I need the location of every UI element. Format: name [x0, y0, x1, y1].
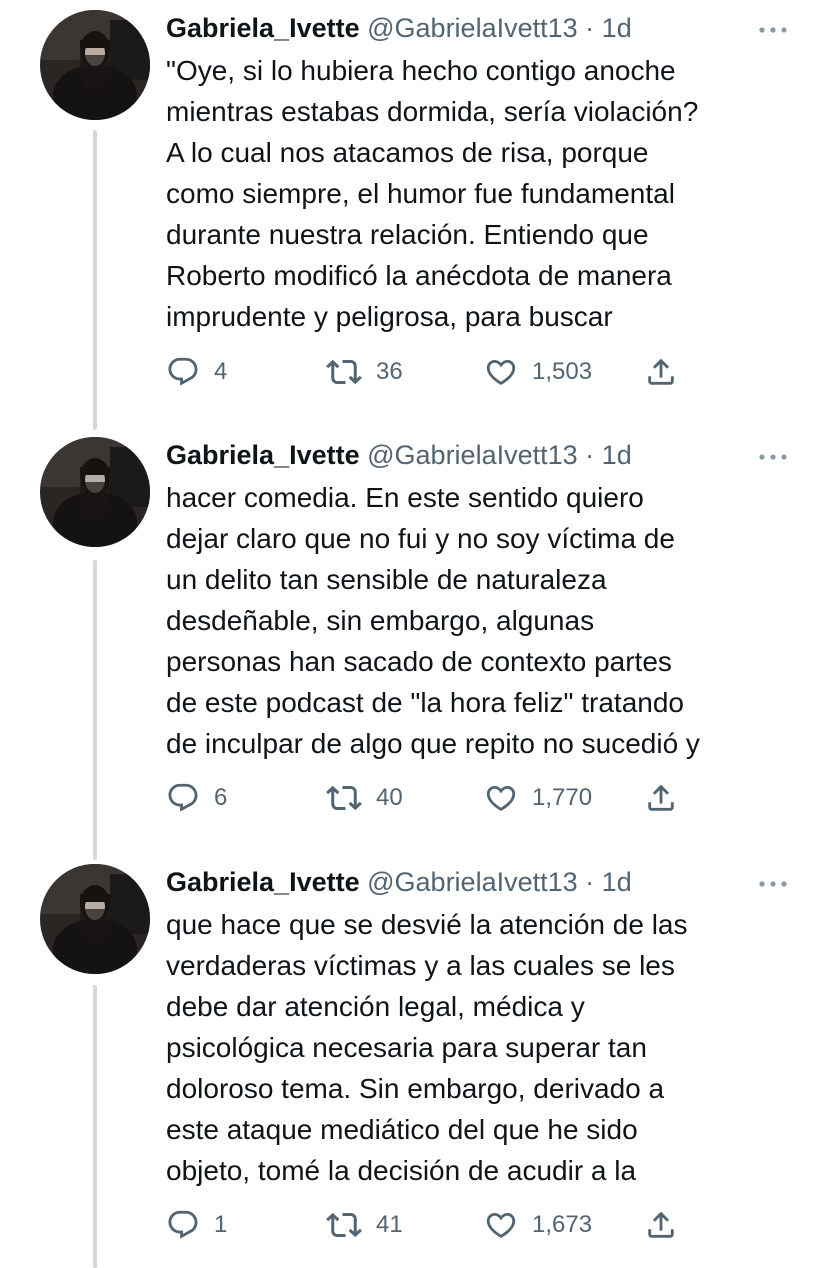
separator: ·: [585, 867, 595, 897]
tweet-actions: 4 36 1,503: [166, 352, 696, 392]
tweet-header: Gabriela_Ivette @GabrielaIvett13 · 1d: [166, 864, 788, 900]
avatar[interactable]: [40, 437, 150, 547]
retweet-button[interactable]: 41: [326, 1205, 403, 1245]
retweet-icon: [326, 1212, 362, 1238]
retweet-button[interactable]: 36: [326, 352, 403, 392]
separator: ·: [585, 13, 595, 43]
retweet-button[interactable]: 40: [326, 778, 403, 818]
tweet-text: hacer comedia. En este sentido quiero de…: [166, 482, 700, 759]
tweet[interactable]: Gabriela_Ivette @GabrielaIvett13 · 1d "O…: [0, 10, 828, 400]
author-handle[interactable]: @GabrielaIvett13: [367, 867, 578, 897]
share-button[interactable]: [644, 1205, 678, 1245]
timestamp[interactable]: 1d: [602, 440, 632, 470]
more-icon[interactable]: [758, 22, 788, 33]
heart-icon: [486, 359, 516, 385]
more-icon[interactable]: [758, 876, 788, 887]
heart-icon: [486, 1212, 516, 1238]
share-icon: [648, 1211, 674, 1238]
share-icon: [648, 784, 674, 811]
reply-button[interactable]: 6: [166, 778, 227, 818]
retweet-count: 41: [376, 1211, 403, 1238]
tweet-actions: 1 41 1,673: [166, 1205, 696, 1245]
reply-icon: [168, 783, 198, 812]
avatar[interactable]: [40, 864, 150, 974]
avatar-photo: [40, 10, 150, 120]
timestamp[interactable]: 1d: [602, 13, 632, 43]
share-button[interactable]: [644, 778, 678, 818]
share-icon: [648, 358, 674, 385]
share-button[interactable]: [644, 352, 678, 392]
like-button[interactable]: 1,770: [484, 778, 592, 818]
retweet-count: 36: [376, 358, 403, 385]
retweet-icon: [326, 785, 362, 811]
retweet-icon: [326, 359, 362, 385]
tweet-header: Gabriela_Ivette @GabrielaIvett13 · 1d: [166, 10, 788, 46]
reply-icon: [168, 357, 198, 386]
like-button[interactable]: 1,503: [484, 352, 592, 392]
reply-button[interactable]: 4: [166, 352, 227, 392]
author-name[interactable]: Gabriela_Ivette: [166, 13, 360, 43]
reply-icon: [168, 1210, 198, 1239]
tweet-text: "Oye, si lo hubiera hecho contigo anoche…: [166, 55, 699, 332]
tweet-text: que hace que se desvié la atención de la…: [166, 909, 688, 1186]
reply-button[interactable]: 1: [166, 1205, 227, 1245]
retweet-count: 40: [376, 784, 403, 811]
avatar[interactable]: [40, 10, 150, 120]
avatar-photo: [40, 437, 150, 547]
like-count: 1,503: [532, 358, 593, 385]
avatar-photo: [40, 864, 150, 974]
separator: ·: [585, 440, 595, 470]
like-count: 1,770: [532, 784, 593, 811]
tweet[interactable]: Gabriela_Ivette @GabrielaIvett13 · 1d qu…: [0, 864, 828, 1254]
author-handle[interactable]: @GabrielaIvett13: [367, 13, 578, 43]
reply-count: 6: [214, 784, 228, 811]
author-handle[interactable]: @GabrielaIvett13: [367, 440, 578, 470]
author-name[interactable]: Gabriela_Ivette: [166, 440, 360, 470]
author-name[interactable]: Gabriela_Ivette: [166, 867, 360, 897]
heart-icon: [486, 785, 516, 811]
reply-count: 1: [214, 1211, 228, 1238]
more-icon[interactable]: [758, 449, 788, 460]
timestamp[interactable]: 1d: [602, 867, 632, 897]
reply-count: 4: [214, 358, 228, 385]
tweet-actions: 6 40 1,770: [166, 778, 696, 818]
tweet[interactable]: Gabriela_Ivette @GabrielaIvett13 · 1d ha…: [0, 437, 828, 827]
like-button[interactable]: 1,673: [484, 1205, 592, 1245]
tweet-header: Gabriela_Ivette @GabrielaIvett13 · 1d: [166, 437, 788, 473]
like-count: 1,673: [532, 1211, 593, 1238]
